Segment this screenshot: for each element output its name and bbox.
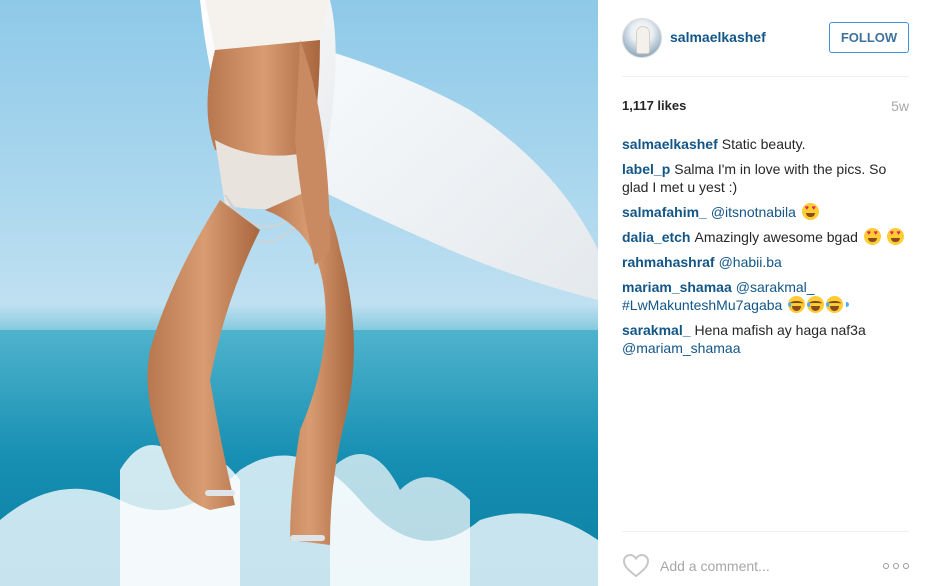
avatar[interactable]	[622, 18, 662, 58]
comment-username[interactable]: label_p	[622, 161, 670, 177]
comment-username[interactable]: salmafahim_	[622, 204, 707, 220]
tears-of-joy-emoji-icon	[826, 296, 850, 313]
comment-username[interactable]: sarakmal_	[622, 322, 691, 338]
comment-item: rahmahashraf @habii.ba	[622, 253, 909, 271]
tears-of-joy-emoji-icon	[807, 296, 831, 313]
comment-list: salmaelkashef Static beauty. label_p Salma…	[622, 135, 909, 364]
post-side-panel: salmaelkashef FOLLOW 1,117 likes 5w salm…	[598, 0, 931, 586]
comment-username[interactable]: rahmahashraf	[622, 254, 715, 270]
comment-item: dalia_etch Amazingly awesome bgad	[622, 228, 909, 246]
comment-item: label_p Salma I'm in love with the pics. …	[622, 160, 909, 196]
avatar-figure	[637, 27, 649, 53]
header-divider	[622, 76, 909, 77]
post-header: salmaelkashef FOLLOW	[622, 18, 909, 58]
comment-item: sarakmal_ Hena mafish ay haga naf3a @mari…	[622, 321, 909, 357]
post-photo[interactable]	[0, 0, 598, 586]
heart-eyes-emoji-icon	[863, 228, 881, 245]
comment-item: mariam_shamaa @sarakmal_ #LwMakunteshMu7a…	[622, 278, 909, 314]
comment-footer	[622, 548, 909, 584]
comment-hashtag[interactable]: #LwMakunteshMu7agaba	[622, 297, 782, 313]
more-options-icon[interactable]	[883, 560, 909, 572]
footer-divider	[622, 531, 909, 532]
post-time[interactable]: 5w	[891, 98, 909, 114]
dot-icon	[903, 563, 909, 569]
post-photo-illustration	[0, 0, 598, 586]
comment-username[interactable]: salmaelkashef	[622, 136, 718, 152]
heart-eyes-emoji-icon	[886, 228, 904, 245]
comment-username[interactable]: mariam_shamaa	[622, 279, 732, 295]
follow-button[interactable]: FOLLOW	[829, 22, 909, 53]
heart-eyes-emoji-icon	[801, 203, 819, 220]
comment-text: Static beauty.	[721, 136, 806, 152]
dot-icon	[893, 563, 899, 569]
header-username-link[interactable]: salmaelkashef	[670, 29, 766, 45]
comment-item: salmafahim_ @itsnotnabila	[622, 203, 909, 221]
comment-text: Amazingly awesome bgad	[694, 229, 858, 245]
comment-mention[interactable]: @sarakmal_	[736, 279, 815, 295]
tears-of-joy-emoji-icon	[788, 296, 812, 313]
comment-text: Hena mafish ay haga naf3a	[694, 322, 866, 338]
likes-count[interactable]: 1,117 likes	[622, 98, 686, 113]
comment-mention[interactable]: @habii.ba	[719, 254, 782, 270]
dot-icon	[883, 563, 889, 569]
post-stats: 1,117 likes 5w	[622, 98, 909, 114]
comment-item: salmaelkashef Static beauty.	[622, 135, 909, 153]
comment-mention[interactable]: @mariam_shamaa	[622, 340, 740, 356]
heart-outline-icon[interactable]	[622, 552, 650, 580]
comment-input[interactable]	[660, 554, 870, 578]
comment-username[interactable]: dalia_etch	[622, 229, 690, 245]
comment-mention[interactable]: @itsnotnabila	[711, 204, 796, 220]
